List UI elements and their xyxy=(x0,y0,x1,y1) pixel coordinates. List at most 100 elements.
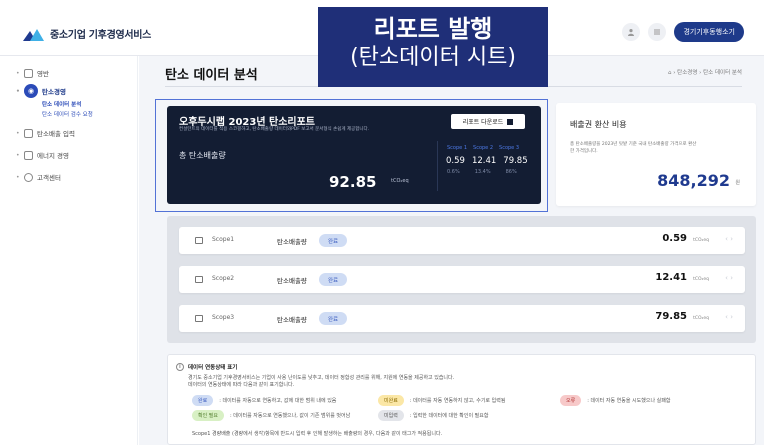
sidebar-item-support[interactable]: • 고객센터 xyxy=(0,168,137,186)
sidebar-subitem-review[interactable]: 탄소 데이터 검수 요청 xyxy=(0,110,137,120)
scope-headings: Scope 1 Scope 2 Scope 3 xyxy=(447,145,519,151)
scope-unit: tCO₂eq xyxy=(693,277,709,282)
status-chip: 확인 필요 xyxy=(192,410,224,421)
sidebar-item-dashboard[interactable]: • 영반 xyxy=(0,64,137,82)
sidebar-subitem-analysis[interactable]: 탄소 데이터 분석 xyxy=(0,100,137,110)
input-icon xyxy=(24,128,33,138)
dashboard-icon xyxy=(24,68,33,78)
conversion-value: 848,292 xyxy=(657,171,730,190)
sidebar-item-label: 탄소경영 xyxy=(42,88,66,96)
scope-values: 0.59 12.41 79.85 xyxy=(446,156,528,166)
status-chip: 완료 xyxy=(192,395,214,406)
status-chip: 미입력 xyxy=(378,410,404,421)
scope-row-2[interactable]: Scope2 탄소배출량 완료 12.41 tCO₂eq ‹ › xyxy=(179,266,745,293)
page-title: 탄소 데이터 분석 xyxy=(165,68,258,83)
scope-value: 0.59 xyxy=(662,233,687,244)
scope-metric: 탄소배출량 xyxy=(277,238,307,246)
login-button[interactable]: 경기기후동행소기 xyxy=(674,22,744,42)
scope-unit: tCO₂eq xyxy=(693,316,709,321)
report-card: 오후두시랩 2023년 탄소리포트 컨설턴트의 데이터를 적용 스코핑하고, 탄… xyxy=(167,106,541,204)
energy-icon xyxy=(24,150,33,160)
scope2-value: 12.41 xyxy=(471,156,497,166)
status-legend-box: i 데이터 연동상태 표기 경기도 중소기업 기후경영서비스는 기업이 사용 난… xyxy=(167,354,756,445)
scope3-pct: 86% xyxy=(505,169,517,175)
scope-metric: 탄소배출량 xyxy=(277,277,307,285)
conversion-unit: 원 xyxy=(735,180,740,186)
conversion-title: 배출권 환산 비용 xyxy=(570,120,627,129)
legend-desc-2: 데이터의 연동상태에 따라 다음과 같이 표기합니다. xyxy=(188,382,295,388)
status-chip: 오류 xyxy=(560,395,582,406)
scope-row-1[interactable]: Scope1 탄소배출량 완료 0.59 tCO₂eq ‹ › xyxy=(179,227,745,254)
legend-text: : 데이터를 자동으로 연동했으나, 값이 기존 범위를 벗어남 xyxy=(230,413,351,419)
info-icon: i xyxy=(176,363,184,371)
breadcrumb: ⌂ › 탄소경영 › 탄소 데이터 분석 xyxy=(667,70,742,76)
sidebar-item-carbon[interactable]: • ◉ 탄소경영 xyxy=(0,82,137,100)
scope2-heading: Scope 2 xyxy=(473,145,494,151)
overlay-title: 리포트 발행 xyxy=(373,15,493,43)
bullet-icon: • xyxy=(16,69,20,77)
legend-text: : 입력한 데이터에 대한 확인이 필요함 xyxy=(409,413,489,419)
sidebar-item-input[interactable]: • 탄소배출 입력 xyxy=(0,124,137,142)
scope3-value: 79.85 xyxy=(503,156,528,166)
top-actions: 경기기후동행소기 xyxy=(622,22,744,42)
status-badge: 완료 xyxy=(319,312,347,325)
download-icon xyxy=(507,118,514,125)
expand-icon[interactable]: ‹ › xyxy=(725,235,733,243)
legend-row: 미완료 : 데이터를 자동 연동하지 않고, 수기로 입력됨 xyxy=(378,395,505,406)
scope-value: 79.85 xyxy=(655,311,687,322)
overlay-banner: 리포트 발행 (탄소데이터 시트) xyxy=(318,7,548,87)
sidebar: • 영반 • ◉ 탄소경영 탄소 데이터 분석 탄소 데이터 검수 요청 • 탄… xyxy=(0,56,138,445)
logo[interactable]: 중소기업 기후경영서비스 xyxy=(22,26,151,41)
scope-metric: 탄소배출량 xyxy=(277,316,307,324)
user-icon[interactable] xyxy=(622,23,641,41)
sidebar-item-energy[interactable]: • 에너지 경영 xyxy=(0,146,137,164)
sidebar-item-label: 에너지 경영 xyxy=(37,152,69,160)
legend-desc-1: 경기도 중소기업 기후경영서비스는 기업이 사용 난이도를 낮추고, 데이터 정… xyxy=(188,375,455,381)
scope-percentages: 0.6% 13.4% 86% xyxy=(447,169,517,175)
status-badge: 완료 xyxy=(319,273,347,286)
legend-footer: Scope1 경량배출 (경량에서 생각)항목에 반드시 입력 후 인해 발생하… xyxy=(192,431,443,437)
sidebar-item-label: 고객센터 xyxy=(37,174,61,182)
legend-text: : 데이터 자동 연동을 시도했으나 실패함 xyxy=(587,398,671,404)
scope-value: 12.41 xyxy=(655,272,687,283)
main-content: 탄소 데이터 분석 ⌂ › 탄소경영 › 탄소 데이터 분석 오후두시랩 202… xyxy=(139,56,764,445)
scope-icon xyxy=(195,237,203,244)
status-chip: 미완료 xyxy=(378,395,404,406)
scope1-heading: Scope 1 xyxy=(447,145,468,151)
report-description: 컨설턴트의 데이터를 적용 스코핑하고, 탄소배출량 데이터와PDF 보고서 문… xyxy=(179,127,370,132)
bullet-icon: • xyxy=(16,173,20,181)
expand-icon[interactable]: ‹ › xyxy=(725,313,733,321)
conversion-cost-card: 배출권 환산 비용 총 탄소배출량을 2023년 탓밭 기준 국내 탄소배출량 … xyxy=(556,103,756,206)
scope-name: Scope1 xyxy=(212,236,235,243)
scope-icon xyxy=(195,276,203,283)
scope2-pct: 13.4% xyxy=(474,169,491,175)
scope-name: Scope2 xyxy=(212,275,235,282)
status-badge: 완료 xyxy=(319,234,347,247)
legend-row: 완료 : 데이터를 자동으로 연동하고, 값에 대한 범위 내에 있음 xyxy=(192,395,336,406)
sidebar-item-label: 영반 xyxy=(37,70,49,78)
sidebar-item-label: 탄소배출 입력 xyxy=(37,130,75,138)
total-emissions-label: 총 탄소배출량 xyxy=(179,151,226,160)
scope-icon xyxy=(195,315,203,322)
bullet-icon: • xyxy=(16,129,20,137)
expand-icon[interactable]: ‹ › xyxy=(725,274,733,282)
legend-row: 확인 필요 : 데이터를 자동으로 연동했으나, 값이 기존 범위를 벗어남 xyxy=(192,410,350,421)
bullet-icon: • xyxy=(16,151,20,159)
scope-name: Scope3 xyxy=(212,314,235,321)
total-emissions-unit: tCO₂eq xyxy=(391,178,409,184)
total-emissions-value: 92.85 xyxy=(329,173,377,191)
logo-text: 중소기업 기후경영서비스 xyxy=(50,30,152,41)
scope-row-3[interactable]: Scope3 탄소배출량 완료 79.85 tCO₂eq ‹ › xyxy=(179,305,745,332)
scope3-heading: Scope 3 xyxy=(499,145,520,151)
scope1-value: 0.59 xyxy=(446,156,465,166)
logo-mark-icon xyxy=(22,27,46,41)
menu-icon[interactable] xyxy=(648,23,667,41)
download-report-button[interactable]: 리포트 다운로드 xyxy=(451,114,525,129)
overlay-subtitle: (탄소데이터 시트) xyxy=(350,45,516,70)
app-root: 중소기업 기후경영서비스 경기기후동행소기 리포트 발행 (탄소데이터 시트) … xyxy=(0,0,764,445)
scope-list: Scope1 탄소배출량 완료 0.59 tCO₂eq ‹ › Scope2 탄… xyxy=(167,216,756,343)
legend-text: : 데이터를 자동으로 연동하고, 값에 대한 범위 내에 있음 xyxy=(219,398,337,404)
divider xyxy=(437,141,438,191)
support-icon xyxy=(24,172,33,182)
download-label: 리포트 다운로드 xyxy=(462,119,504,126)
